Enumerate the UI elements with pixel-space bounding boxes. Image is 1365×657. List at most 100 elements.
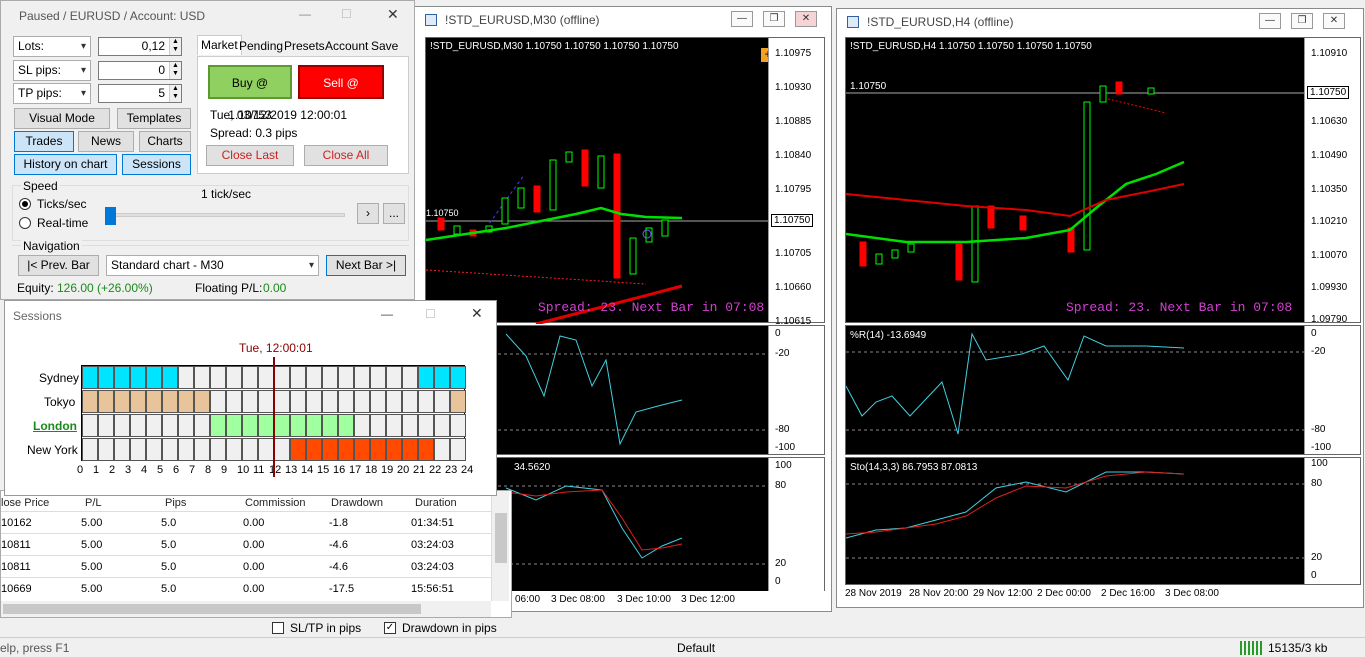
session-cell — [226, 414, 242, 437]
chevron-down-icon: ▾ — [308, 260, 314, 271]
close-last-button[interactable]: Close Last — [206, 145, 294, 166]
tab-save[interactable]: Save — [368, 37, 401, 57]
drawdown-checkbox[interactable]: ✓ — [384, 622, 396, 634]
hour-tick: 21 — [413, 464, 426, 476]
session-label-london[interactable]: London — [33, 419, 77, 433]
tester-panel[interactable]: Paused / EURUSD / Account: USD — ☐ ✕ Lot… — [0, 0, 415, 300]
close-icon[interactable]: ✕ — [795, 11, 817, 27]
tab-market[interactable]: Market — [197, 35, 242, 55]
minimize-icon[interactable]: — — [731, 11, 753, 27]
session-cell — [290, 438, 306, 461]
prev-bar-button[interactable]: |< Prev. Bar — [18, 255, 99, 276]
candles — [846, 81, 1306, 283]
sl-select[interactable]: SL pips: ▾ — [13, 60, 91, 81]
chart-type-select[interactable]: Standard chart - M30 ▾ — [106, 255, 319, 276]
templates-button[interactable]: Templates — [117, 108, 191, 129]
price-chart[interactable]: !STD_EURUSD,M30 1.10750 1.10750 1.10750 … — [425, 37, 825, 327]
more-button[interactable]: ... — [383, 203, 405, 224]
maximize-icon[interactable]: ☐ — [425, 307, 436, 321]
tab-account[interactable]: Account — [322, 37, 371, 57]
maximize-icon[interactable]: ☐ — [341, 7, 352, 21]
wr-tick: -20 — [775, 348, 790, 359]
sell-button[interactable]: Sell @ 1.10750 — [298, 65, 384, 122]
price-tick: 1.10885 — [775, 116, 812, 127]
lots-input[interactable]: 0,12 ▲ ▼ — [98, 37, 182, 56]
minimize-icon[interactable]: — — [381, 307, 393, 321]
spinner-icon[interactable]: ▲ ▼ — [169, 62, 181, 79]
price-tick: 1.10350 — [1311, 184, 1348, 195]
restore-icon[interactable]: ❐ — [1291, 13, 1313, 29]
sltp-checkbox[interactable] — [272, 622, 284, 634]
realtime-label: Real-time — [37, 216, 89, 230]
ticks-radio[interactable] — [19, 198, 31, 210]
trades-table[interactable]: lose Price P/L Pips Commission Drawdown … — [0, 490, 512, 618]
sl-input[interactable]: 0 ▲ ▼ — [98, 61, 182, 80]
session-cell — [338, 366, 354, 389]
close-icon[interactable]: ✕ — [387, 6, 399, 23]
hour-tick: 5 — [157, 464, 164, 476]
minimize-icon[interactable]: — — [299, 7, 311, 21]
hour-tick: 20 — [397, 464, 410, 476]
close-icon[interactable]: ✕ — [471, 305, 483, 322]
play-button[interactable]: › — [357, 203, 379, 224]
session-cell — [434, 414, 450, 437]
time-marker — [273, 357, 275, 477]
tab-presets[interactable]: Presets — [281, 37, 328, 57]
sessions-window[interactable]: Sessions — ☐ ✕ Tue, 12:00:01 Sydney Toky… — [4, 300, 497, 496]
spread-text: Spread: 0.3 pips — [210, 126, 298, 140]
session-cell — [258, 366, 274, 389]
session-cell — [402, 438, 418, 461]
tab-pending[interactable]: Pending — [236, 37, 286, 57]
time-tick: 3 Dec 10:00 — [617, 594, 671, 605]
candles — [426, 149, 770, 324]
history-on-chart-button[interactable]: History on chart — [14, 154, 117, 175]
chart-window-titlebar[interactable]: !STD_EURUSD,M30 (offline) — ❐ ✕ — [415, 7, 831, 33]
session-cell — [418, 366, 434, 389]
speed-slider-thumb[interactable] — [105, 207, 116, 225]
session-cell — [82, 414, 98, 437]
session-cell — [338, 390, 354, 413]
spinner-icon[interactable]: ▲ ▼ — [169, 85, 181, 102]
sessions-title: Sessions — [13, 309, 62, 323]
lots-select[interactable]: Lots: ▾ — [13, 36, 91, 57]
trades-button[interactable]: Trades — [14, 131, 74, 152]
close-icon[interactable]: ✕ — [1323, 13, 1345, 29]
stochastic-pane[interactable]: Sto(14,3,3) 86.7953 87.0813 100 80 20 0 — [845, 457, 1361, 585]
hour-tick: 1 — [93, 464, 100, 476]
session-cell — [146, 366, 162, 389]
close-all-button[interactable]: Close All — [304, 145, 388, 166]
wr-axis: 0 -20 -80 -100 — [768, 326, 824, 454]
session-cell — [226, 438, 242, 461]
restore-icon[interactable]: ❐ — [763, 11, 785, 27]
sessions-button[interactable]: Sessions — [122, 154, 191, 175]
session-cell — [242, 414, 258, 437]
speed-slider[interactable] — [105, 213, 345, 217]
tp-input[interactable]: 5 ▲ ▼ — [98, 84, 182, 103]
vertical-scrollbar[interactable] — [491, 491, 509, 601]
hour-tick: 10 — [237, 464, 250, 476]
next-bar-button[interactable]: Next Bar >| — [326, 255, 406, 276]
hour-tick: 8 — [205, 464, 212, 476]
session-cell — [402, 414, 418, 437]
price-chart[interactable]: !STD_EURUSD,H4 1.10750 1.10750 1.10750 1… — [845, 37, 1361, 325]
charts-button[interactable]: Charts — [139, 131, 191, 152]
session-cell — [146, 438, 162, 461]
time-tick: 2 Dec 00:00 — [1037, 588, 1091, 599]
tp-select[interactable]: TP pips: ▾ — [13, 83, 91, 104]
chart-window-h4[interactable]: !STD_EURUSD,H4 (offline) — ❐ ✕ !STD_EURU… — [836, 8, 1364, 608]
williams-r-pane[interactable]: %R(14) -13.6949 0 -20 -80 -100 — [845, 325, 1361, 455]
realtime-radio[interactable] — [19, 217, 31, 229]
spinner-icon[interactable]: ▲ ▼ — [169, 38, 181, 55]
visual-mode-button[interactable]: Visual Mode — [14, 108, 110, 129]
horizontal-scrollbar[interactable] — [1, 601, 491, 617]
chart-window-titlebar[interactable]: !STD_EURUSD,H4 (offline) — ❐ ✕ — [837, 9, 1363, 35]
hour-tick: 14 — [301, 464, 314, 476]
session-cell — [226, 366, 242, 389]
session-cell — [274, 366, 290, 389]
news-button[interactable]: News — [78, 131, 134, 152]
buy-button[interactable]: Buy @ 1.10753 — [208, 65, 292, 122]
session-cell — [450, 414, 466, 437]
minimize-icon[interactable]: — — [1259, 13, 1281, 29]
session-cell — [322, 390, 338, 413]
session-cell — [130, 366, 146, 389]
